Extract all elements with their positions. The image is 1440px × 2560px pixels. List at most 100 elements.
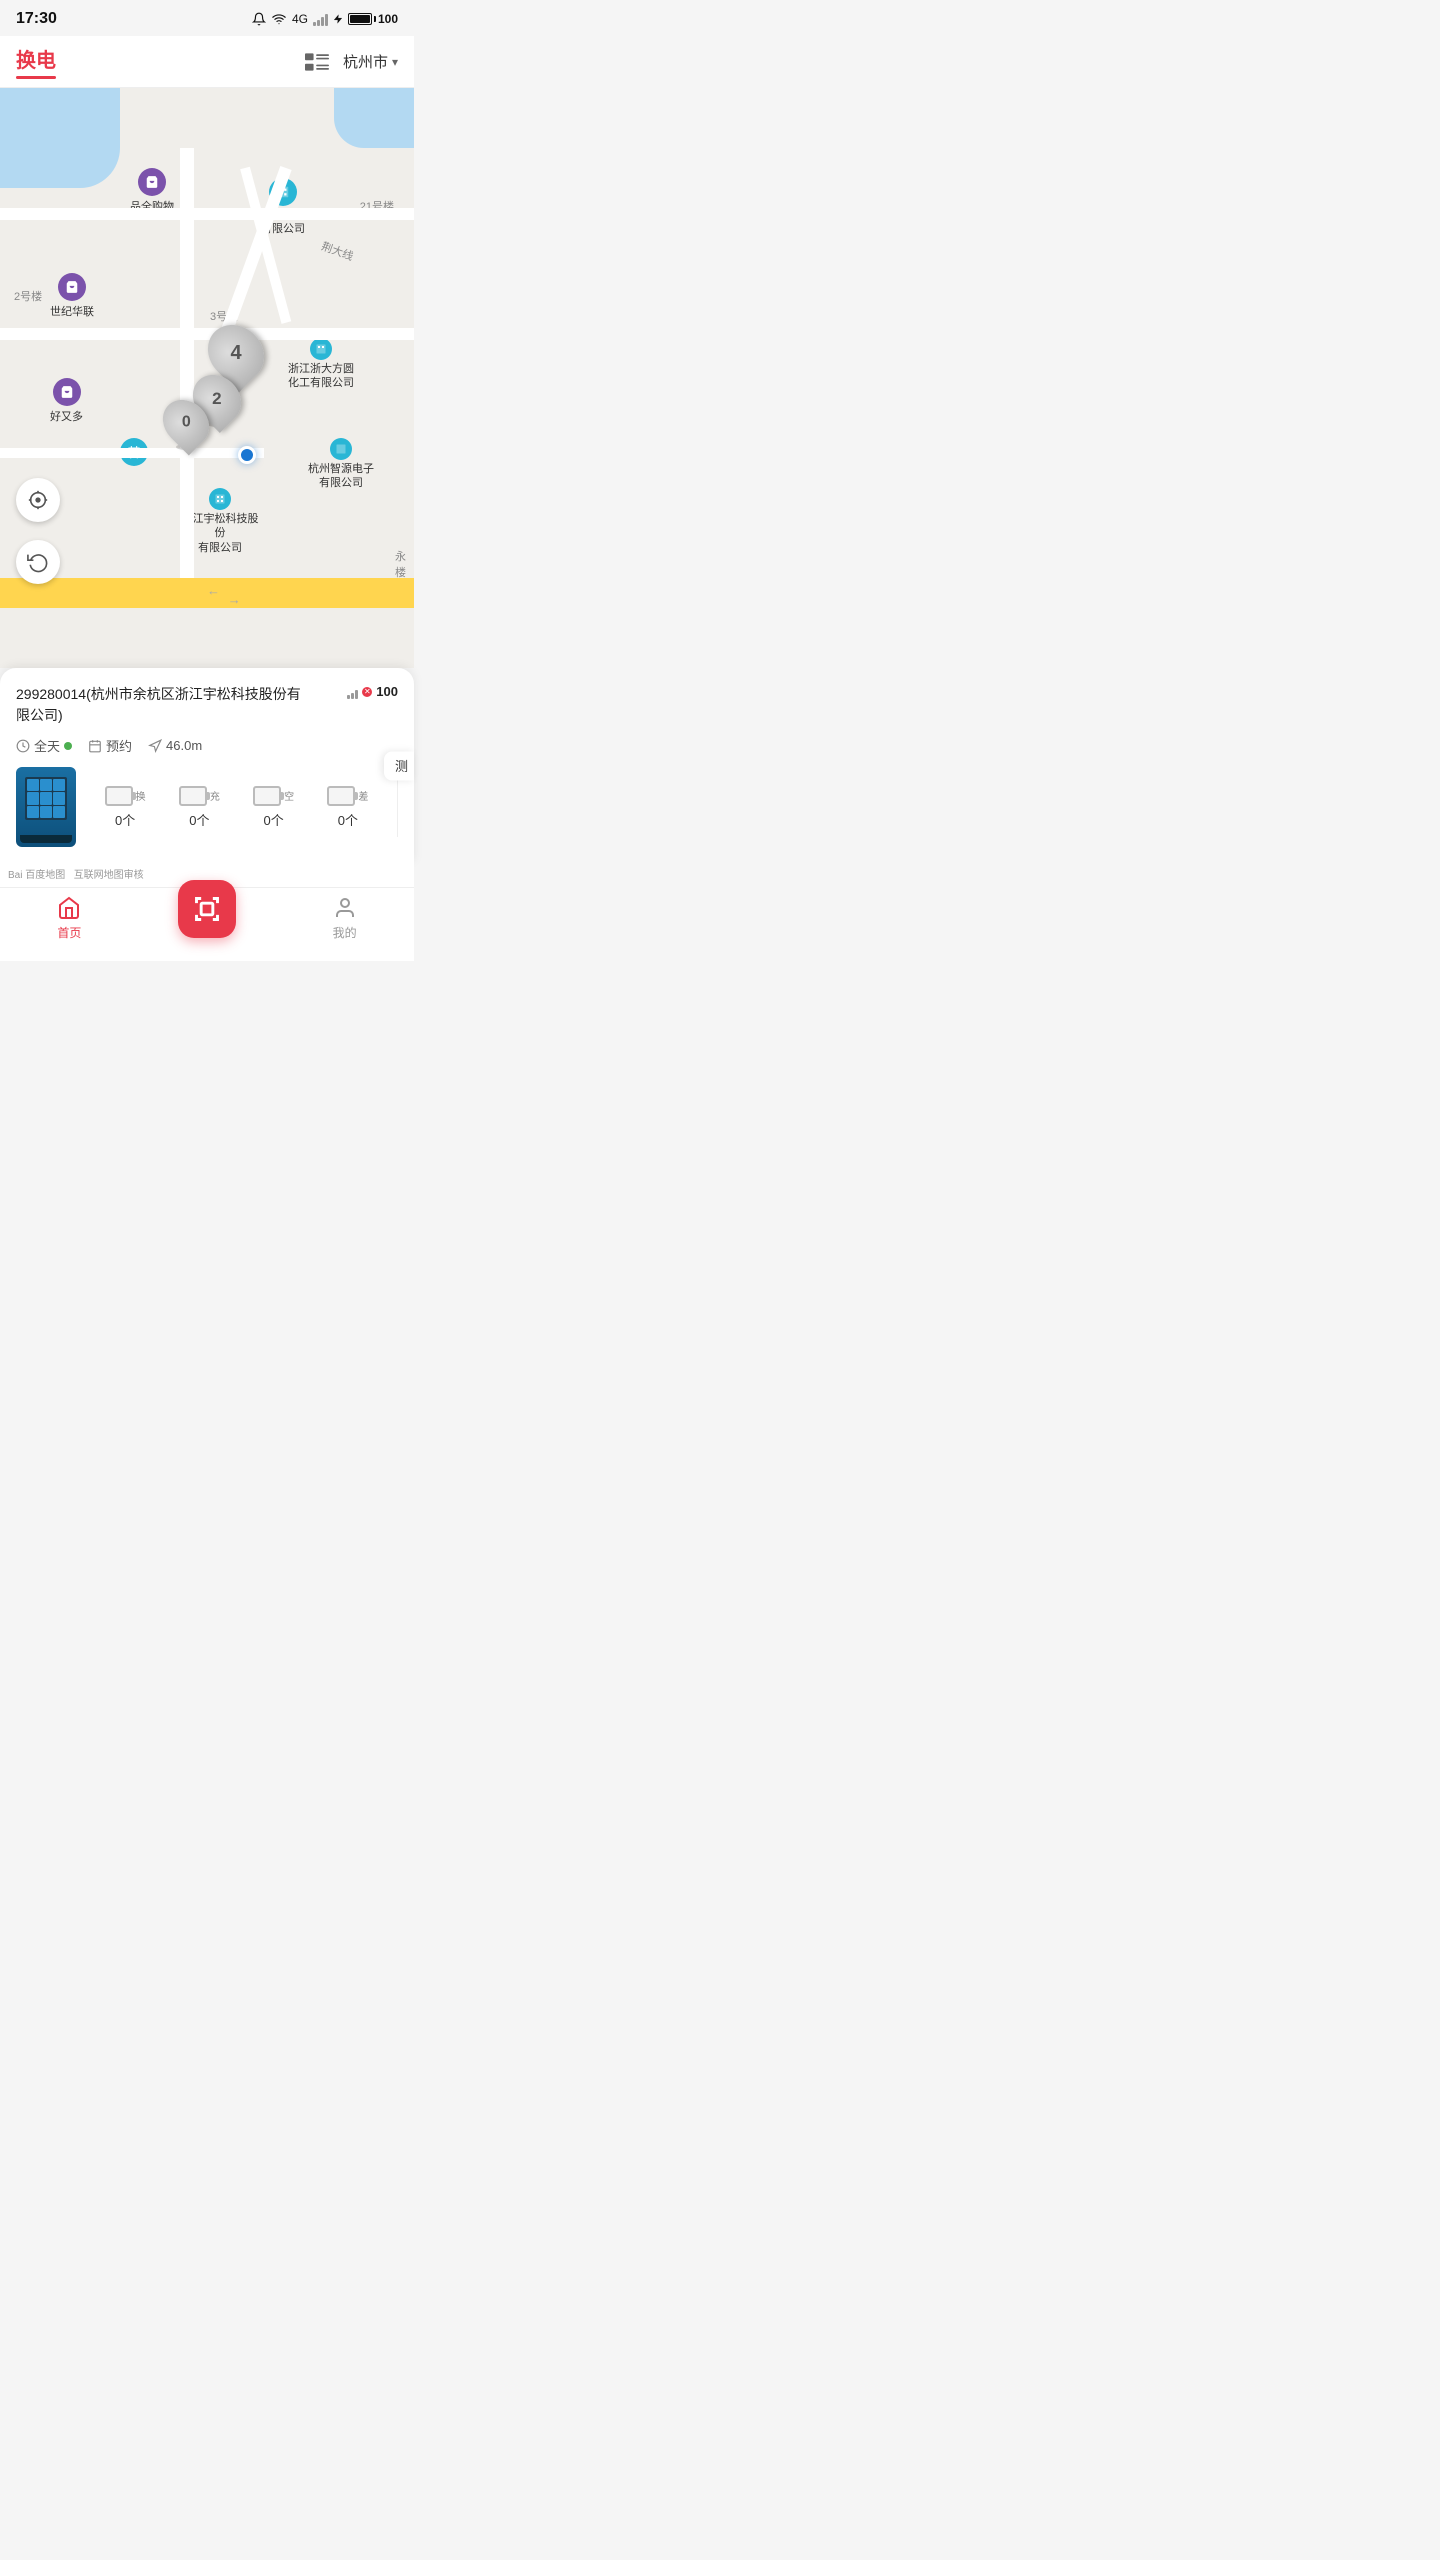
panel-header: 299280014(杭州市余杭区浙江宇松科技股份有限公司) ✕ 100 <box>16 684 398 726</box>
battery-icon-chong <box>179 786 207 806</box>
poi-haoyouduo[interactable]: 好又多 <box>50 378 83 424</box>
road-label-yong: 永楼 <box>395 548 406 580</box>
panel-divider <box>397 777 398 837</box>
battery-slot-kong: 空 0个 <box>237 786 311 829</box>
battery-type-kong: 空 <box>284 788 294 803</box>
status-green-dot <box>64 742 72 750</box>
charging-icon <box>333 12 343 26</box>
meta-distance: 46.0m <box>148 738 202 753</box>
nav-label-mine: 我的 <box>333 924 357 941</box>
bottom-navigation: 首页 我的 <box>0 887 414 961</box>
poi-zhiyuan[interactable]: 杭州智源电子有限公司 <box>308 438 374 491</box>
preview-label: 测 <box>393 759 408 772</box>
station-image <box>16 767 76 847</box>
user-location-dot <box>238 446 256 464</box>
poi-label-zhiyuan: 杭州智源电子有限公司 <box>308 462 374 491</box>
battery-icon-huan <box>105 786 133 806</box>
station-base <box>20 835 72 843</box>
poi-shiji[interactable]: 世纪华联 <box>50 273 94 319</box>
distance-value: 46.0m <box>166 738 202 753</box>
clock-icon <box>16 739 30 753</box>
poi-label-shiji: 世纪华联 <box>50 303 94 319</box>
basket-icon-2 <box>65 280 79 294</box>
basket-icon <box>145 175 159 189</box>
title-underline <box>16 76 56 79</box>
battery-slot-chong: 充 0个 <box>162 786 236 829</box>
chevron-down-icon: ▾ <box>392 55 398 69</box>
battery-indicator: 100 <box>348 12 398 26</box>
yellow-road: ← → <box>0 578 414 608</box>
road-horizontal-2 <box>0 328 414 340</box>
road-arrow-right: → <box>228 592 241 607</box>
city-name: 杭州市 <box>343 51 388 72</box>
grid-list-toggle[interactable] <box>303 48 331 76</box>
baidu-text: Bai 百度地图 <box>8 870 65 881</box>
header-right: 杭州市 ▾ <box>303 48 398 76</box>
poi-zheda[interactable]: 浙江浙大方圆化工有限公司 <box>288 338 354 391</box>
signal-error-dot: ✕ <box>362 687 372 697</box>
status-icons: 4G 100 <box>252 12 398 26</box>
status-bar: 17:30 4G 100 <box>0 0 414 36</box>
nav-label-home: 首页 <box>57 924 81 941</box>
wifi-icon <box>271 12 287 26</box>
poi-icon-haoyouduo <box>53 378 81 406</box>
home-icon <box>57 896 81 920</box>
history-button[interactable] <box>16 540 60 584</box>
battery-count-huan: 0个 <box>115 810 135 829</box>
battery-slots: 换 0个 充 0个 空 0个 <box>88 786 385 829</box>
status-time: 17:30 <box>16 10 57 28</box>
signal-value: 100 <box>376 684 398 699</box>
poi-icon-zheda <box>310 338 332 360</box>
meta-appointment: 预约 <box>88 736 132 755</box>
attribution-text: 互联网地图审核 <box>74 870 144 881</box>
signal-bars <box>313 12 328 26</box>
battery-icon-kong <box>253 786 281 806</box>
poi-label-haoyouduo: 好又多 <box>50 408 83 424</box>
scan-button[interactable] <box>178 880 236 938</box>
poi-icon-shiji <box>58 273 86 301</box>
battery-type-chong: 充 <box>210 788 220 803</box>
road-horizontal-1 <box>0 208 414 220</box>
app-header: 换电 杭州市 ▾ <box>0 36 414 88</box>
nav-center-area <box>178 900 236 938</box>
meta-hours: 全天 <box>16 736 72 755</box>
building-2: 2号楼 <box>14 288 42 304</box>
battery-type-huan: 换 <box>136 788 146 803</box>
building-icon-4 <box>335 443 347 455</box>
profile-icon <box>333 896 357 920</box>
nav-item-mine[interactable]: 我的 <box>315 896 375 941</box>
poi-icon-pinquan <box>138 168 166 196</box>
panel-meta: 全天 预约 46.0m <box>16 736 398 755</box>
battery-count-cha: 0个 <box>338 810 358 829</box>
battery-slot-huan: 换 0个 <box>88 786 162 829</box>
locate-icon <box>27 489 49 511</box>
locate-button[interactable] <box>16 478 60 522</box>
poi-icon-zhiyuan <box>330 438 352 460</box>
battery-icon-cha <box>327 786 355 806</box>
water-area <box>0 88 120 188</box>
header-title-wrap: 换电 <box>16 44 56 79</box>
building-icon-2 <box>214 493 226 505</box>
pin-marker-0[interactable]: 0 <box>165 398 207 450</box>
panel-signal-area: ✕ 100 <box>338 684 398 699</box>
station-panel: 299280014(杭州市余杭区浙江宇松科技股份有限公司) ✕ 100 全天 预… <box>0 668 414 863</box>
nav-item-home[interactable]: 首页 <box>39 896 99 941</box>
preview-card[interactable]: 测 <box>384 751 414 780</box>
battery-slot-cha: 差 0个 <box>311 786 385 829</box>
water-area-2 <box>334 88 414 148</box>
poi-label-zheda: 浙江浙大方圆化工有限公司 <box>288 362 354 391</box>
grid-icon <box>305 53 329 71</box>
station-door <box>25 777 67 820</box>
battery-count-kong: 0个 <box>264 810 284 829</box>
hours-value: 全天 <box>34 736 60 755</box>
map-container[interactable]: ← → 2号楼 3号楼 21号楼 荆大线 永楼 品全购物 世纪华联 好又多 <box>0 88 414 668</box>
navigation-icon <box>148 739 162 753</box>
road-horizontal-3 <box>0 448 264 458</box>
city-selector[interactable]: 杭州市 ▾ <box>343 51 398 72</box>
battery-level: 100 <box>378 12 398 26</box>
basket-icon-3 <box>60 385 74 399</box>
road-arrow-left: ← <box>207 583 220 598</box>
network-type: 4G <box>292 12 308 26</box>
scan-icon <box>193 895 221 923</box>
appointment-value: 预约 <box>106 736 132 755</box>
